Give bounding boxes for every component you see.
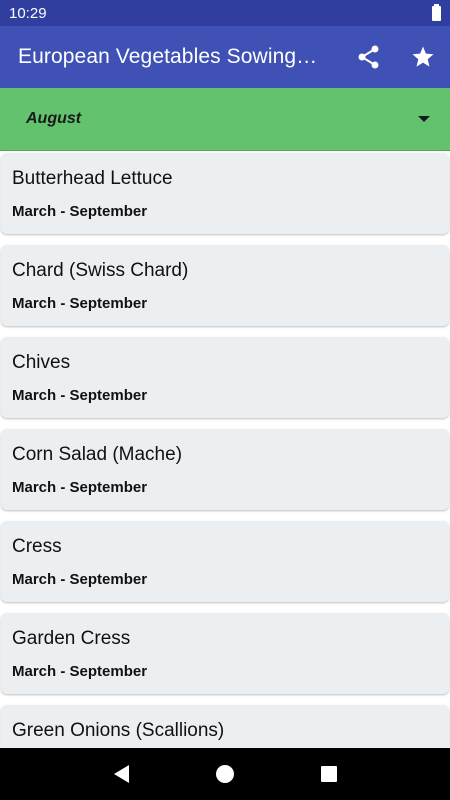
sowing-range: March - September — [12, 663, 148, 680]
dropdown-arrow-icon — [418, 116, 430, 122]
list-item[interactable]: Butterhead Lettuce March - September — [1, 153, 449, 234]
recent-apps-icon[interactable] — [320, 766, 337, 782]
vegetable-name: Green Onions (Scallions) — [12, 720, 225, 741]
back-icon[interactable] — [113, 765, 129, 783]
sowing-range: March - September — [12, 571, 148, 588]
app-actions — [342, 26, 450, 88]
vegetable-list[interactable]: Butterhead Lettuce March - September Cha… — [0, 151, 450, 748]
app-bar: European Vegetables Sowing… — [0, 26, 450, 88]
vegetable-name: Garden Cress — [12, 628, 131, 649]
status-bar: 10:29 — [0, 0, 450, 26]
clock: 10:29 — [9, 4, 47, 22]
star-icon — [412, 46, 434, 67]
battery-icon — [432, 3, 441, 21]
list-item[interactable]: Corn Salad (Mache) March - September — [1, 429, 449, 510]
sowing-range: March - September — [12, 479, 148, 496]
vegetable-name: Chives — [12, 352, 71, 373]
sowing-range: March - September — [12, 203, 148, 220]
vegetable-name: Cress — [12, 536, 62, 557]
home-icon[interactable] — [215, 765, 234, 783]
share-button[interactable] — [342, 26, 396, 88]
sowing-range: March - September — [12, 295, 148, 312]
share-icon — [358, 45, 379, 69]
selected-month: August — [26, 110, 82, 127]
vegetable-name: Chard (Swiss Chard) — [12, 260, 189, 281]
list-item[interactable]: Garden Cress March - September — [1, 613, 449, 694]
favorite-button[interactable] — [396, 26, 450, 88]
vegetable-name: Butterhead Lettuce — [12, 168, 173, 189]
vegetable-name: Corn Salad (Mache) — [12, 444, 183, 465]
list-item[interactable]: Chard (Swiss Chard) March - September — [1, 245, 449, 326]
sowing-range: March - September — [12, 387, 148, 404]
app-title: European Vegetables Sowing… — [18, 45, 318, 68]
month-dropdown[interactable]: August — [0, 88, 450, 151]
list-item[interactable]: Cress March - September — [1, 521, 449, 602]
navigation-bar — [0, 748, 450, 800]
list-item[interactable]: Green Onions (Scallions) — [1, 705, 449, 748]
list-item[interactable]: Chives March - September — [1, 337, 449, 418]
